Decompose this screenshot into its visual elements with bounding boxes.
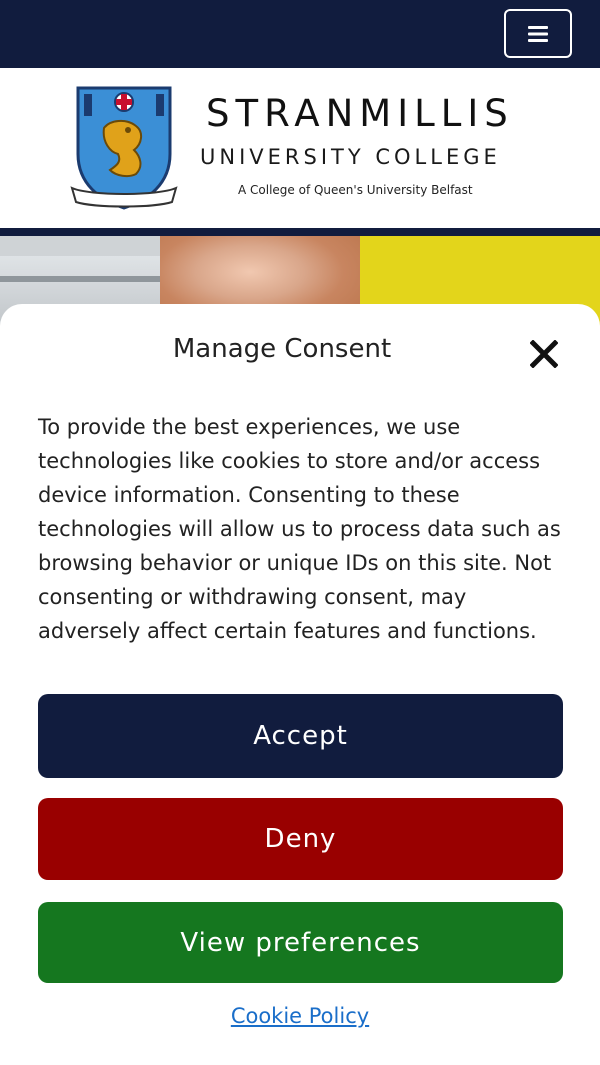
brand-name-line2: UNIVERSITY COLLEGE [200, 145, 501, 169]
college-crest-logo [70, 86, 178, 210]
consent-title: Manage Consent [172, 334, 392, 364]
brand-name-line1: STRANMILLIS [206, 92, 514, 135]
brand-divider [0, 228, 600, 236]
hero-roofline [0, 276, 165, 282]
accept-button[interactable]: Accept [38, 694, 563, 778]
brand-tagline: A College of Queen's University Belfast [238, 183, 473, 197]
cookie-policy-link[interactable]: Cookie Policy [0, 1004, 600, 1028]
hamburger-menu-icon [528, 25, 548, 42]
close-icon [530, 340, 558, 368]
consent-description: To provide the best experiences, we use … [38, 415, 561, 643]
view-preferences-button[interactable]: View preferences [38, 902, 563, 983]
top-nav-bar [0, 0, 600, 68]
menu-button[interactable] [504, 9, 572, 58]
close-button[interactable] [526, 336, 562, 372]
deny-button[interactable]: Deny [38, 798, 563, 880]
